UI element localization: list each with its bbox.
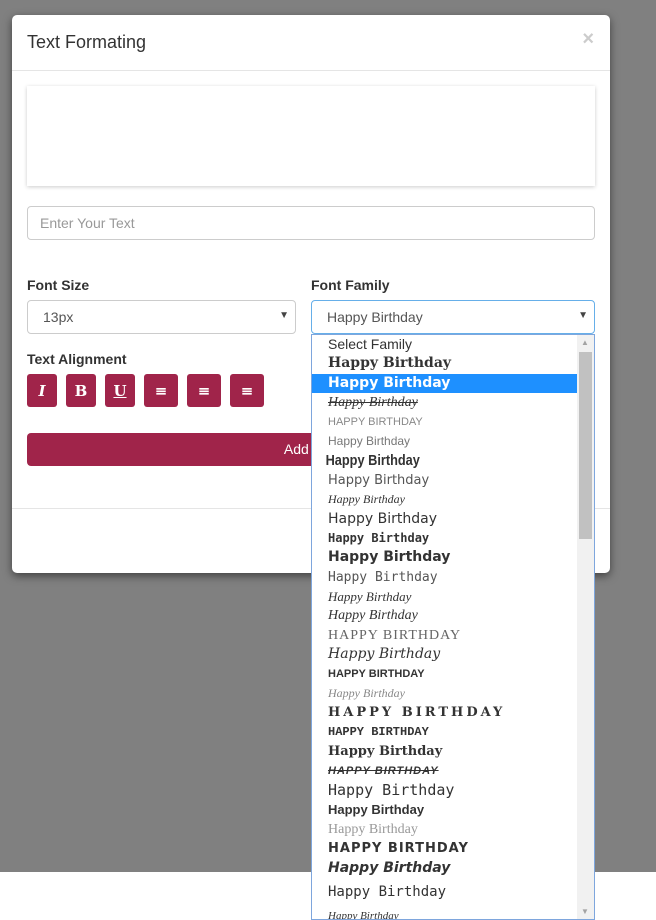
- font-family-select[interactable]: Happy Birthday ▼: [311, 300, 595, 334]
- font-option[interactable]: Happy Birthday: [312, 393, 577, 412]
- font-option[interactable]: HAPPY BIRTHDAY: [312, 413, 577, 432]
- italic-button[interactable]: I: [27, 374, 57, 407]
- font-option[interactable]: Happy Birthday: [312, 373, 577, 394]
- font-size-value: 13px: [43, 309, 74, 325]
- font-option[interactable]: Happy Birthday: [312, 742, 577, 761]
- scroll-up-icon[interactable]: ▲: [581, 338, 589, 347]
- font-option[interactable]: Happy Birthday: [312, 490, 577, 509]
- bold-icon: B: [74, 381, 88, 400]
- font-option[interactable]: Happy Birthday: [312, 859, 577, 883]
- font-option[interactable]: Happy Birthday: [312, 606, 577, 625]
- underline-button[interactable]: U: [105, 374, 135, 407]
- align-center-button[interactable]: ≡: [187, 374, 221, 407]
- close-icon[interactable]: ×: [582, 28, 594, 51]
- italic-icon: I: [38, 381, 46, 400]
- chevron-down-icon: ▼: [578, 310, 588, 321]
- font-option[interactable]: Happy Birthday: [312, 883, 577, 907]
- font-option[interactable]: Happy Birthday: [312, 510, 577, 529]
- font-option[interactable]: Happy Birthday: [312, 820, 577, 839]
- font-option[interactable]: Happy Birthday: [312, 781, 577, 800]
- font-option[interactable]: Happy Birthday: [312, 451, 537, 470]
- underline-icon: U: [113, 381, 127, 400]
- scrollbar-thumb[interactable]: [579, 352, 592, 539]
- font-family-label: Font Family: [311, 277, 390, 293]
- modal-title: Text Formating: [27, 32, 147, 52]
- font-option[interactable]: Happy Birthday: [312, 800, 577, 819]
- align-right-button[interactable]: ≡: [230, 374, 264, 407]
- font-option[interactable]: Happy Birthday: [312, 907, 577, 919]
- align-left-button[interactable]: ≡: [144, 374, 178, 407]
- font-option[interactable]: HAPPY BIRTHDAY: [312, 723, 577, 742]
- align-right-icon: ≡: [240, 381, 254, 400]
- font-option[interactable]: HAPPY BIRTHDAY: [312, 762, 577, 781]
- chevron-down-icon: ▼: [279, 310, 289, 321]
- modal-header: Text Formating ×: [12, 15, 610, 71]
- align-center-icon: ≡: [197, 381, 211, 400]
- font-family-value: Happy Birthday: [327, 309, 423, 325]
- bold-button[interactable]: B: [66, 374, 96, 407]
- font-option[interactable]: Select Family: [312, 335, 577, 354]
- font-option[interactable]: Happy Birthday: [312, 529, 577, 548]
- text-alignment-label: Text Alignment: [27, 351, 127, 367]
- text-input[interactable]: [27, 206, 595, 240]
- font-option[interactable]: Happy Birthday: [312, 548, 577, 567]
- font-option[interactable]: Happy Birthday: [312, 354, 577, 373]
- font-size-select[interactable]: 13px ▼: [27, 300, 296, 334]
- align-left-icon: ≡: [154, 381, 168, 400]
- font-option[interactable]: Happy Birthday: [312, 684, 577, 703]
- font-option[interactable]: Happy Birthday: [312, 587, 577, 606]
- font-size-label: Font Size: [27, 277, 90, 293]
- font-family-dropdown[interactable]: Select Family Happy Birthday Happy Birthda…: [311, 334, 595, 920]
- text-preview: [27, 86, 595, 186]
- font-option[interactable]: Happy Birthday: [312, 432, 577, 451]
- font-option[interactable]: Happy Birthday: [312, 568, 577, 587]
- font-option[interactable]: HAPPY BIRTHDAY: [312, 626, 577, 645]
- scroll-down-icon[interactable]: ▼: [581, 907, 589, 916]
- font-option[interactable]: Happy Birthday: [312, 471, 577, 490]
- font-option[interactable]: HAPPY BIRTHDAY: [312, 703, 577, 722]
- font-option[interactable]: Happy Birthday: [312, 645, 577, 664]
- scrollbar[interactable]: ▲ ▼: [577, 335, 594, 919]
- font-option[interactable]: HAPPY BIRTHDAY: [312, 839, 577, 858]
- font-option[interactable]: HAPPY BIRTHDAY: [312, 665, 577, 684]
